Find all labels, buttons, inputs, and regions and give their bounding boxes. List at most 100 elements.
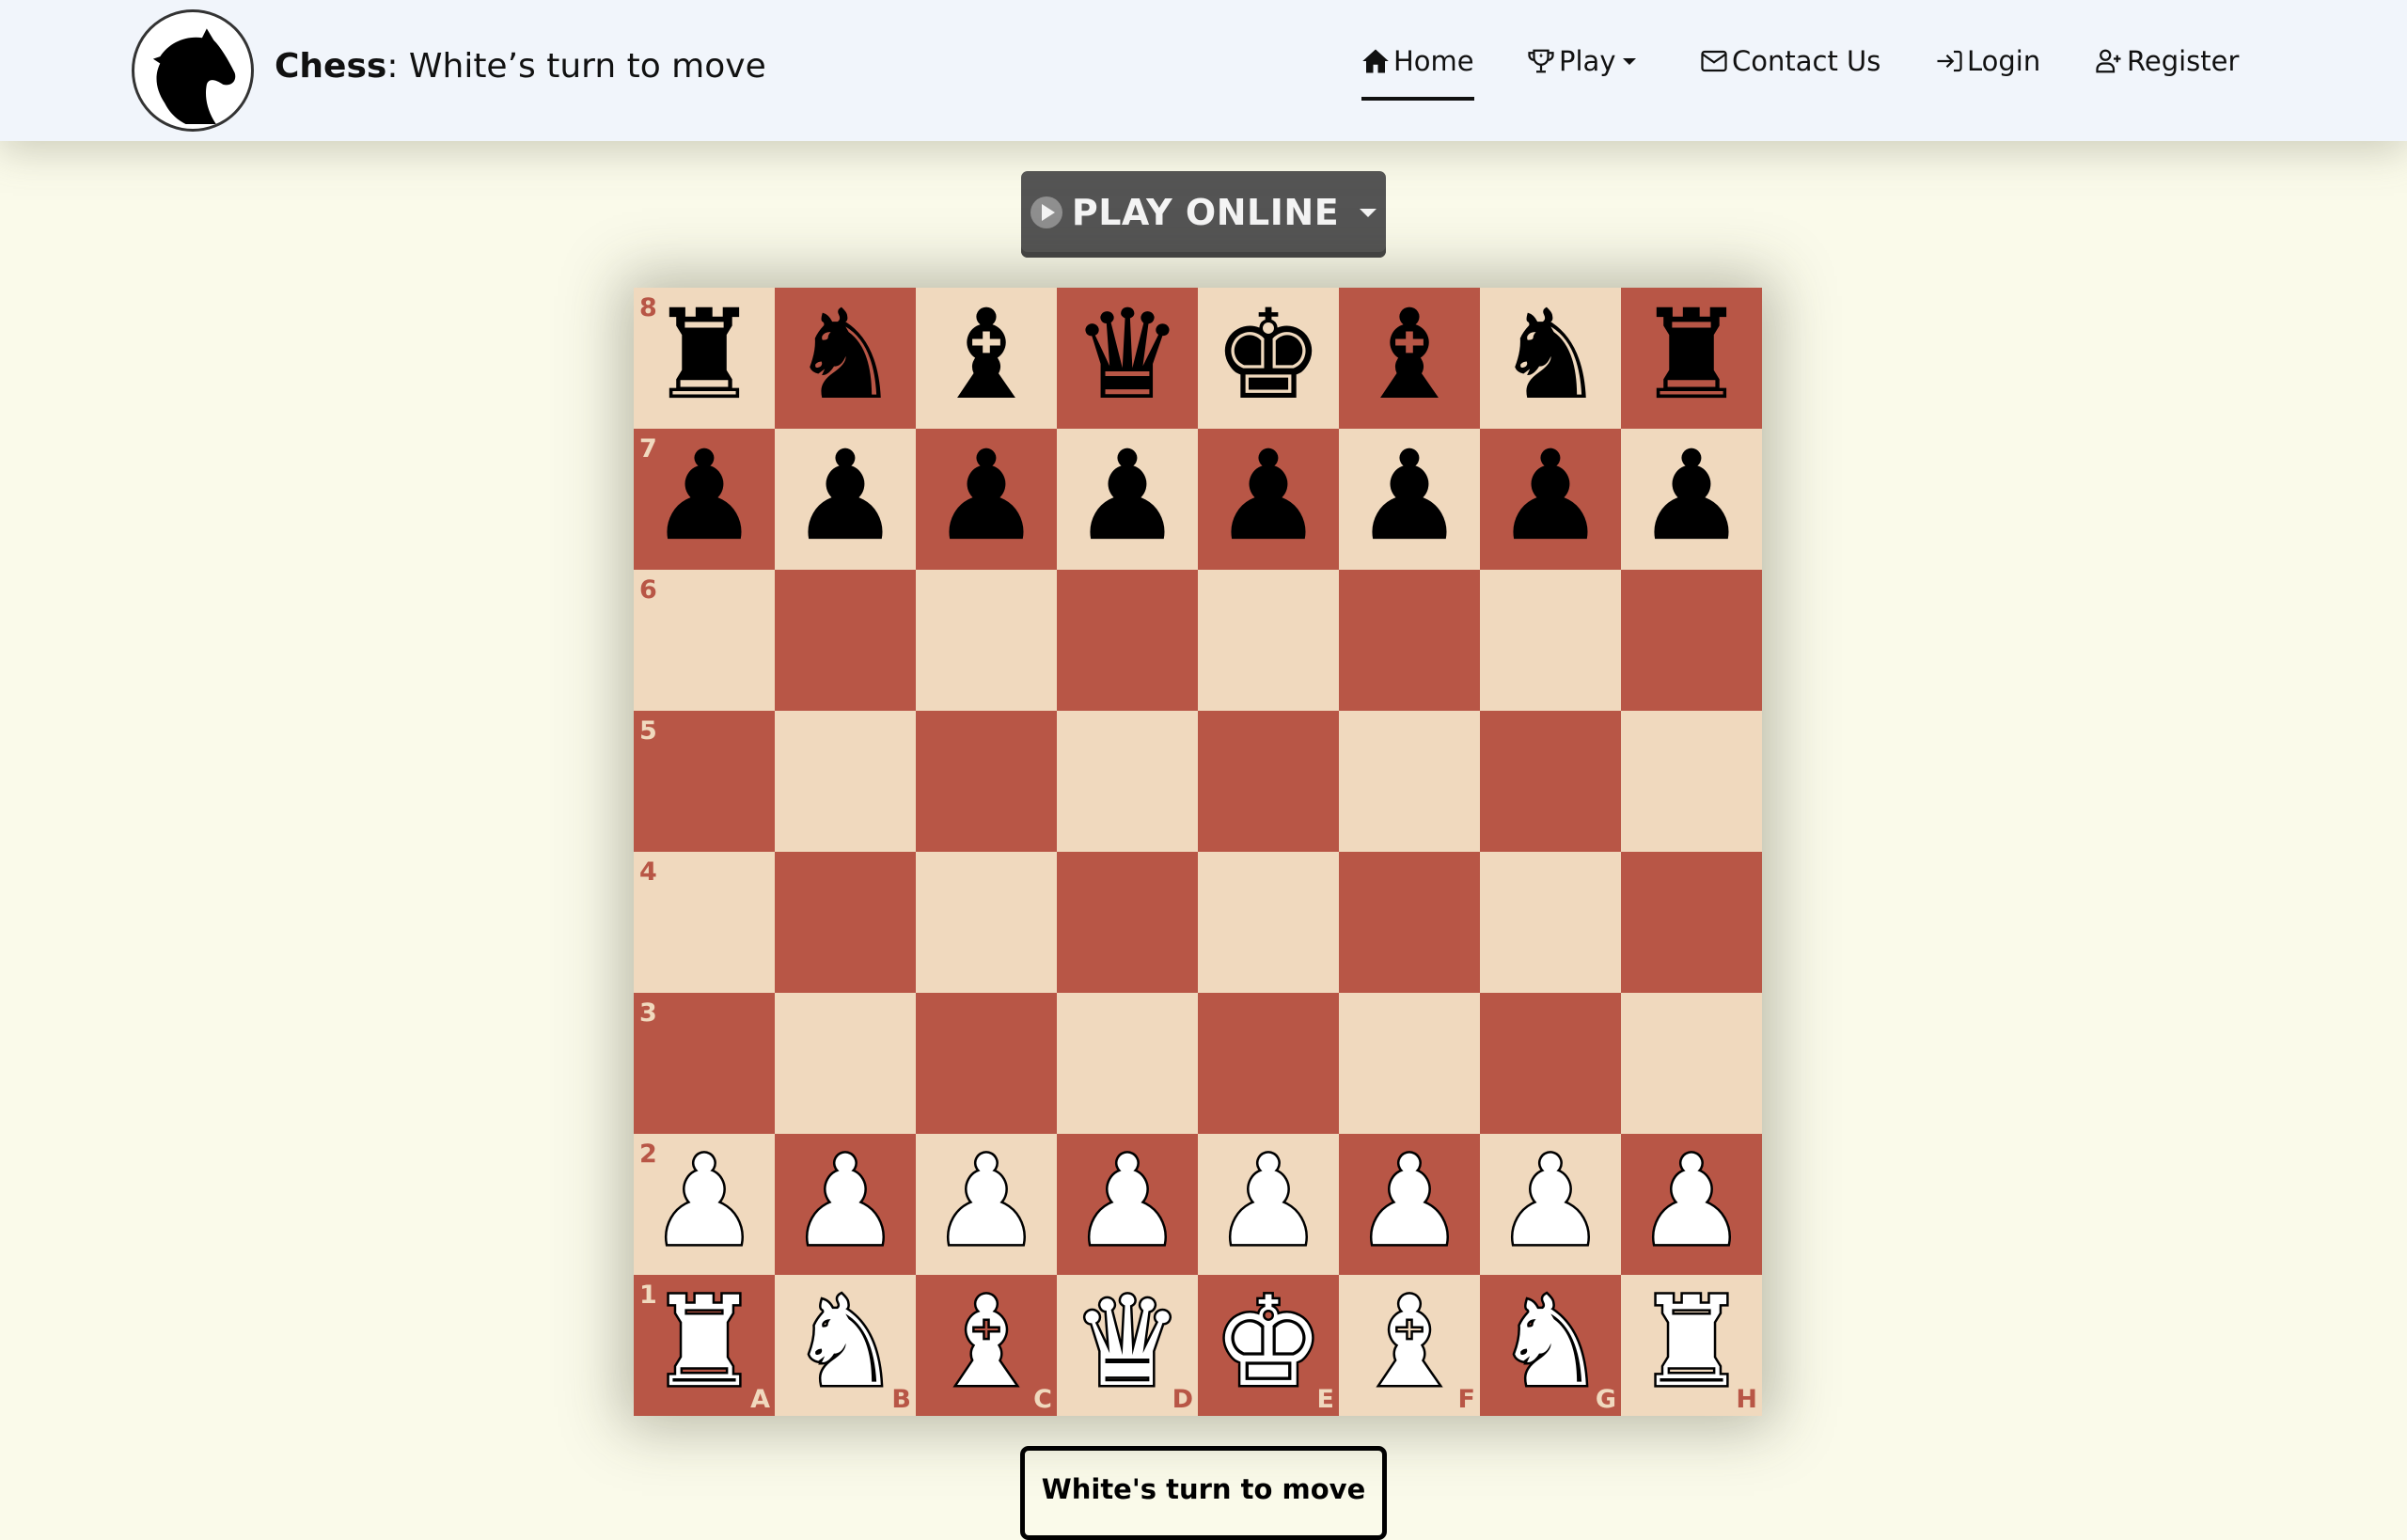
square-e1[interactable]: E ♚ — [1198, 1270, 1339, 1416]
white-rook-icon[interactable]: ♜ — [646, 1270, 762, 1416]
square-c2[interactable]: ♟ — [916, 1129, 1057, 1275]
square-h1[interactable]: H ♜ — [1621, 1270, 1762, 1416]
square-f8[interactable]: ♝ — [1339, 285, 1480, 429]
white-king-icon[interactable]: ♚ — [1210, 1270, 1326, 1416]
square-h8[interactable]: ♜ — [1621, 285, 1762, 429]
square-g3[interactable] — [1480, 993, 1621, 1134]
square-e5[interactable] — [1198, 711, 1339, 852]
square-d8[interactable]: ♛ — [1057, 285, 1198, 429]
white-pawn-icon[interactable]: ♟ — [1210, 1129, 1326, 1275]
nav-contact[interactable]: Contact Us — [1700, 38, 1880, 85]
square-f7[interactable]: ♟ — [1339, 426, 1480, 570]
square-d5[interactable] — [1057, 711, 1198, 852]
white-pawn-icon[interactable]: ♟ — [1351, 1129, 1467, 1275]
white-pawn-icon[interactable]: ♟ — [1492, 1129, 1608, 1275]
square-g4[interactable] — [1480, 852, 1621, 993]
square-b3[interactable] — [775, 993, 916, 1134]
square-a2[interactable]: 2 ♟ — [634, 1129, 775, 1275]
square-d4[interactable] — [1057, 852, 1198, 993]
white-pawn-icon[interactable]: ♟ — [928, 1129, 1044, 1275]
square-f5[interactable] — [1339, 711, 1480, 852]
black-bishop-icon[interactable]: ♝ — [1354, 285, 1465, 426]
white-queen-icon[interactable]: ♛ — [1069, 1270, 1185, 1416]
black-pawn-icon[interactable]: ♟ — [1072, 426, 1183, 567]
square-c6[interactable] — [916, 570, 1057, 711]
white-pawn-icon[interactable]: ♟ — [1633, 1129, 1749, 1275]
square-h6[interactable] — [1621, 570, 1762, 711]
square-d6[interactable] — [1057, 570, 1198, 711]
square-h5[interactable] — [1621, 711, 1762, 852]
square-e3[interactable] — [1198, 993, 1339, 1134]
white-knight-icon[interactable]: ♞ — [787, 1270, 903, 1416]
square-c8[interactable]: ♝ — [916, 285, 1057, 429]
square-c3[interactable] — [916, 993, 1057, 1134]
white-pawn-icon[interactable]: ♟ — [787, 1129, 903, 1275]
square-a8[interactable]: 8 ♜ — [634, 285, 775, 429]
square-d3[interactable] — [1057, 993, 1198, 1134]
black-knight-icon[interactable]: ♞ — [790, 285, 901, 426]
square-f1[interactable]: F ♝ — [1339, 1270, 1480, 1416]
square-f6[interactable] — [1339, 570, 1480, 711]
square-e4[interactable] — [1198, 852, 1339, 993]
square-c7[interactable]: ♟ — [916, 426, 1057, 570]
white-bishop-icon[interactable]: ♝ — [928, 1270, 1044, 1416]
square-g7[interactable]: ♟ — [1480, 426, 1621, 570]
nav-register[interactable]: Register — [2095, 38, 2239, 85]
play-online-button[interactable]: PLAY ONLINE — [1021, 171, 1386, 258]
square-g2[interactable]: ♟ — [1480, 1129, 1621, 1275]
square-f3[interactable] — [1339, 993, 1480, 1134]
black-pawn-icon[interactable]: ♟ — [649, 426, 760, 567]
square-e2[interactable]: ♟ — [1198, 1129, 1339, 1275]
square-a3[interactable]: 3 — [634, 993, 775, 1134]
square-g5[interactable] — [1480, 711, 1621, 852]
white-knight-icon[interactable]: ♞ — [1492, 1270, 1608, 1416]
white-pawn-icon[interactable]: ♟ — [646, 1129, 762, 1275]
black-pawn-icon[interactable]: ♟ — [1354, 426, 1465, 567]
white-rook-icon[interactable]: ♜ — [1633, 1270, 1749, 1416]
square-b6[interactable] — [775, 570, 916, 711]
square-b4[interactable] — [775, 852, 916, 993]
square-d7[interactable]: ♟ — [1057, 426, 1198, 570]
nav-login[interactable]: Login — [1935, 38, 2040, 85]
square-b5[interactable] — [775, 711, 916, 852]
black-rook-icon[interactable]: ♜ — [1636, 285, 1747, 426]
square-a4[interactable]: 4 — [634, 852, 775, 993]
black-pawn-icon[interactable]: ♟ — [790, 426, 901, 567]
knight-logo-icon[interactable] — [132, 9, 254, 132]
black-pawn-icon[interactable]: ♟ — [1495, 426, 1606, 567]
square-a5[interactable]: 5 — [634, 711, 775, 852]
black-bishop-icon[interactable]: ♝ — [931, 285, 1042, 426]
square-g6[interactable] — [1480, 570, 1621, 711]
square-b2[interactable]: ♟ — [775, 1129, 916, 1275]
square-c4[interactable] — [916, 852, 1057, 993]
square-c1[interactable]: C ♝ — [916, 1270, 1057, 1416]
square-b7[interactable]: ♟ — [775, 426, 916, 570]
nav-home[interactable]: Home — [1361, 38, 1474, 101]
square-g1[interactable]: G ♞ — [1480, 1270, 1621, 1416]
black-rook-icon[interactable]: ♜ — [649, 285, 760, 426]
square-a7[interactable]: 7 ♟ — [634, 426, 775, 570]
black-queen-icon[interactable]: ♛ — [1072, 285, 1183, 426]
black-king-icon[interactable]: ♚ — [1213, 285, 1324, 426]
square-d2[interactable]: ♟ — [1057, 1129, 1198, 1275]
square-h2[interactable]: ♟ — [1621, 1129, 1762, 1275]
square-b8[interactable]: ♞ — [775, 285, 916, 429]
black-knight-icon[interactable]: ♞ — [1495, 285, 1606, 426]
square-e8[interactable]: ♚ — [1198, 285, 1339, 429]
square-d1[interactable]: D ♛ — [1057, 1270, 1198, 1416]
white-pawn-icon[interactable]: ♟ — [1069, 1129, 1185, 1275]
square-a1[interactable]: 1 A ♜ — [634, 1270, 775, 1416]
black-pawn-icon[interactable]: ♟ — [1636, 426, 1747, 567]
square-h3[interactable] — [1621, 993, 1762, 1134]
square-h7[interactable]: ♟ — [1621, 426, 1762, 570]
white-bishop-icon[interactable]: ♝ — [1351, 1270, 1467, 1416]
square-a6[interactable]: 6 — [634, 570, 775, 711]
square-b1[interactable]: B ♞ — [775, 1270, 916, 1416]
square-e6[interactable] — [1198, 570, 1339, 711]
square-g8[interactable]: ♞ — [1480, 285, 1621, 429]
nav-play[interactable]: Play — [1527, 38, 1637, 85]
square-f4[interactable] — [1339, 852, 1480, 993]
black-pawn-icon[interactable]: ♟ — [1213, 426, 1324, 567]
square-e7[interactable]: ♟ — [1198, 426, 1339, 570]
square-f2[interactable]: ♟ — [1339, 1129, 1480, 1275]
